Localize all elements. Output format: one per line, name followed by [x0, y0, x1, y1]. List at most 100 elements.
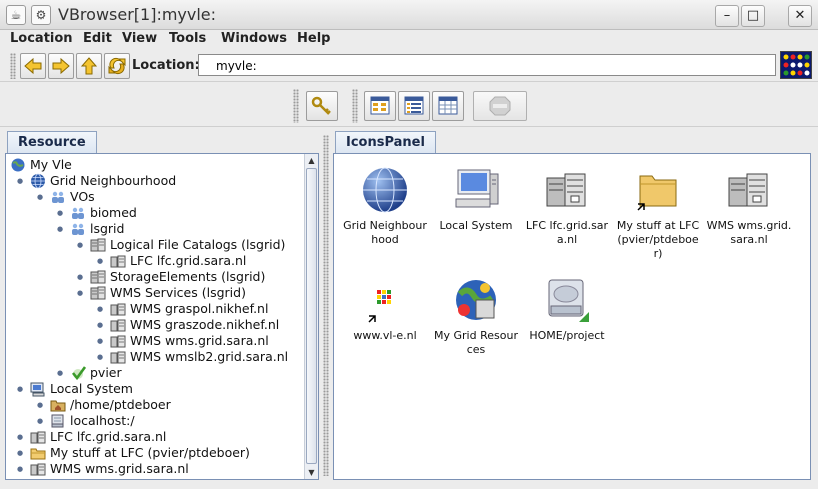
menu-windows[interactable]: Windows: [221, 31, 287, 46]
tree-node-label: My Vle: [30, 157, 72, 172]
toolbar-grip[interactable]: [352, 89, 358, 123]
tree-toggle-handle[interactable]: ●: [37, 193, 45, 201]
servers-icon: [90, 270, 106, 284]
java-app-icon[interactable]: ☕: [6, 5, 26, 25]
servers-icon: [728, 173, 768, 207]
tree-node-label: WMS graszode.nikhef.nl: [130, 317, 280, 332]
icon-item[interactable]: WMS wms.grid.sara.nl: [705, 166, 793, 247]
stop-button[interactable]: [473, 91, 527, 121]
table-view-button[interactable]: [432, 91, 464, 121]
icon-item[interactable]: LFC lfc.grid.sara.nl: [523, 166, 611, 247]
tree-node-label: pvier: [90, 365, 122, 380]
menu-edit[interactable]: Edit: [83, 31, 112, 46]
back-button[interactable]: [20, 53, 46, 79]
menu-view[interactable]: View: [122, 31, 157, 46]
key-button[interactable]: [306, 91, 338, 121]
icon-item[interactable]: www.vl-e.nl: [341, 276, 429, 343]
server-icon: [30, 431, 46, 444]
tree-toggle-handle[interactable]: ●: [77, 289, 85, 297]
tree-toggle-handle[interactable]: ●: [77, 241, 85, 249]
tree-toggle-handle[interactable]: ●: [97, 321, 105, 329]
icon-label: My Grid Resources: [434, 329, 518, 356]
location-label: Location:: [132, 58, 200, 73]
splitter-grip[interactable]: [323, 135, 329, 476]
list-view-icon: [404, 96, 424, 115]
icon-label: Local System: [439, 219, 513, 232]
server-icon: [30, 463, 46, 476]
location-input[interactable]: [198, 54, 776, 76]
tree-toggle-handle[interactable]: ●: [17, 449, 25, 457]
tree-toggle-handle[interactable]: ●: [37, 401, 45, 409]
scroll-down-arrow[interactable]: ▼: [305, 466, 318, 479]
tree-node-label: Grid Neighbourhood: [50, 173, 177, 188]
resource-tree[interactable]: ▲ ▼ My Vle Grid Neighbourhood ● VOs ● biomed ●…: [5, 153, 319, 480]
forward-button[interactable]: [48, 53, 74, 79]
menu-location[interactable]: Location: [10, 31, 73, 46]
tree-scrollbar[interactable]: ▲ ▼: [304, 154, 318, 479]
home-folder-icon: [50, 400, 66, 412]
icon-item[interactable]: Local System: [432, 166, 520, 233]
tab-resource[interactable]: Resource: [7, 131, 97, 153]
icons-grid[interactable]: Grid Neighbourhood Local System LFC lfc.gr…: [333, 153, 811, 480]
icon-item[interactable]: HOME/project: [523, 276, 611, 343]
icon-label: www.vl-e.nl: [353, 329, 417, 342]
icon-item[interactable]: My stuff at LFC (pvier/ptdeboer): [614, 166, 702, 261]
tree-toggle-handle[interactable]: ●: [97, 257, 105, 265]
tree-toggle-handle[interactable]: ●: [97, 305, 105, 313]
tree-toggle-handle[interactable]: ●: [17, 433, 25, 441]
computer-icon: [455, 169, 499, 208]
tree-node-label: /home/ptdeboer: [70, 397, 171, 412]
close-button[interactable]: ✕: [788, 5, 812, 27]
globe-icon: [31, 173, 45, 189]
globe-icon: [363, 167, 407, 213]
tree-toggle-handle[interactable]: ●: [77, 273, 85, 281]
window-title: VBrowser[1]:myvle:: [58, 5, 217, 24]
people-group-icon: [72, 207, 84, 219]
tree-toggle-handle[interactable]: ●: [17, 465, 25, 473]
tree-toggle-handle[interactable]: ●: [37, 417, 45, 425]
tree-toggle-handle[interactable]: ●: [97, 353, 105, 361]
people-group-icon: [72, 223, 84, 235]
arrow-right-icon: [52, 57, 70, 75]
tree-toggle-handle[interactable]: ●: [17, 177, 25, 185]
tree-toggle-handle[interactable]: ●: [57, 225, 65, 233]
up-button[interactable]: [76, 53, 102, 79]
icon-view-button[interactable]: [364, 91, 396, 121]
refresh-button[interactable]: [104, 53, 130, 79]
icon-label: Grid Neighbourhood: [343, 219, 427, 246]
icons-view-icon: [370, 96, 390, 115]
tree-toggle-handle[interactable]: ●: [57, 369, 65, 377]
window-menu-icon[interactable]: ⚙: [31, 5, 51, 25]
vle-logo-icon: [783, 54, 810, 76]
key-icon: [311, 96, 331, 115]
vle-logo: [780, 51, 812, 79]
tree-node-label: WMS wms.grid.sara.nl: [50, 461, 189, 476]
tree-node-label: WMS graspol.nikhef.nl: [130, 301, 269, 316]
scroll-up-arrow[interactable]: ▲: [305, 154, 318, 167]
maximize-button[interactable]: □: [741, 5, 765, 27]
tree-node-label: localhost:/: [70, 413, 135, 428]
menu-help[interactable]: Help: [297, 31, 330, 46]
tree-node-label: WMS wms.grid.sara.nl: [130, 333, 269, 348]
icon-item[interactable]: My Grid Resources: [432, 276, 520, 357]
panel-splitter[interactable]: [320, 131, 332, 480]
checkmark-icon: [71, 366, 86, 381]
scroll-thumb[interactable]: [306, 168, 317, 464]
icon-label: WMS wms.grid.sara.nl: [706, 219, 792, 246]
tree-toggle-handle[interactable]: ●: [17, 385, 25, 393]
hard-drive-icon: [548, 279, 589, 322]
tree-node-label: Logical File Catalogs (lsgrid): [110, 237, 286, 252]
tree-toggle-handle[interactable]: ●: [57, 209, 65, 217]
minimize-button[interactable]: –: [715, 5, 739, 27]
drive-icon: [51, 414, 64, 428]
icon-item[interactable]: Grid Neighbourhood: [341, 166, 429, 247]
toolbar-grip[interactable]: [10, 53, 16, 79]
toolbar-grip[interactable]: [293, 89, 299, 123]
tree-toggle-handle[interactable]: ●: [97, 337, 105, 345]
computer-icon: [30, 382, 45, 397]
icon-label: HOME/project: [529, 329, 605, 342]
resource-panel: Resource ▲ ▼ My Vle Grid Neighbourhood ● VO…: [5, 131, 319, 480]
list-view-button[interactable]: [398, 91, 430, 121]
tab-iconspanel[interactable]: IconsPanel: [335, 131, 436, 153]
menu-tools[interactable]: Tools: [169, 31, 206, 46]
